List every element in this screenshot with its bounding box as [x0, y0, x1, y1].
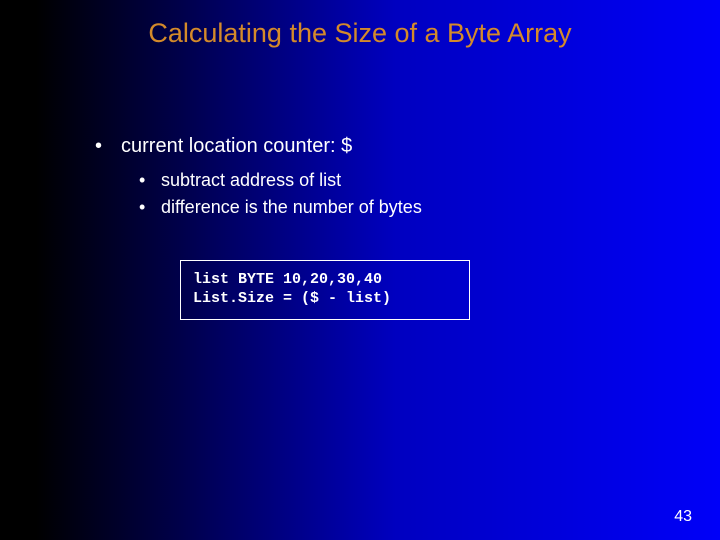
slide-title: Calculating the Size of a Byte Array — [0, 18, 720, 49]
code-box: list BYTE 10,20,30,40 List.Size = ($ - l… — [180, 260, 470, 320]
sub-bullet-list: subtract address of list difference is t… — [139, 170, 660, 218]
code-line-2: List.Size = ($ - list) — [193, 290, 391, 307]
bullet-sub-1: subtract address of list — [139, 170, 660, 191]
slide: Calculating the Size of a Byte Array cur… — [0, 0, 720, 540]
page-number: 43 — [674, 508, 692, 526]
code-line-1: list BYTE 10,20,30,40 — [193, 271, 382, 288]
bullet-sub-2: difference is the number of bytes — [139, 197, 660, 218]
bullet-main: current location counter: $ — [95, 135, 660, 158]
slide-content: current location counter: $ subtract add… — [95, 135, 660, 224]
